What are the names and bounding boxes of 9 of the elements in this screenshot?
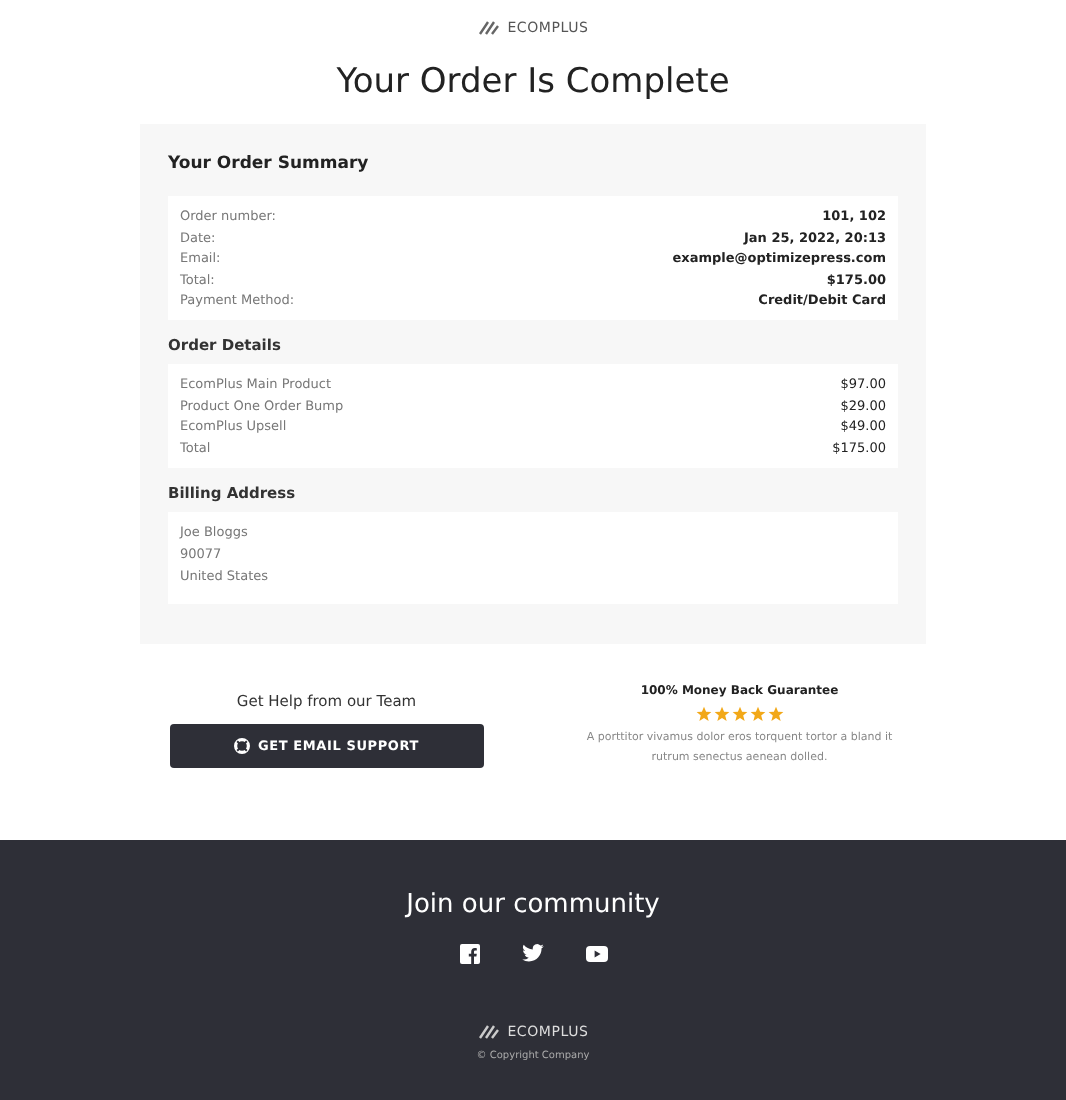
logo-icon xyxy=(477,1023,500,1039)
page-title: Your Order Is Complete xyxy=(336,62,730,102)
community-heading: Join our community xyxy=(406,889,660,919)
lifebuoy-icon xyxy=(234,737,250,753)
video-play-icon[interactable] xyxy=(585,945,607,961)
summary-heading: Your Order Summary xyxy=(168,154,371,174)
logo-icon xyxy=(477,20,500,36)
twitter-icon[interactable] xyxy=(521,944,543,962)
facebook-icon[interactable] xyxy=(459,943,479,963)
